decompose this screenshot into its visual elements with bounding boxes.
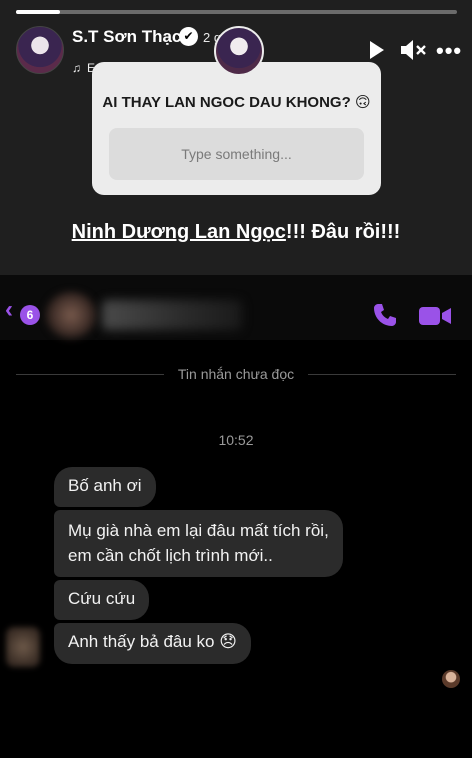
question-label: AI THAY LAN NGOC DAU KHONG?: [102, 94, 351, 111]
play-icon[interactable]: [370, 41, 384, 59]
contact-name-blurred: [102, 300, 242, 330]
mute-icon[interactable]: [400, 38, 428, 62]
unread-divider: Tin nhắn chưa đọc: [16, 366, 457, 382]
profile-avatar[interactable]: [16, 26, 64, 74]
video-call-icon[interactable]: [418, 305, 452, 327]
question-text: AI THAY LAN NGOC DAU KHONG? 🙃: [92, 93, 381, 111]
story-progress-bar: [16, 10, 457, 14]
unread-count-badge: 6: [20, 305, 40, 325]
divider-line-right: [308, 373, 457, 375]
message-bubble[interactable]: Bố anh ơi: [54, 467, 156, 507]
disappointed-face-icon: 😞: [219, 632, 237, 651]
message-text: Anh thấy bả đâu ko: [68, 632, 215, 651]
message-bubble[interactable]: Anh thấy bả đâu ko 😞: [54, 623, 251, 664]
question-answer-input[interactable]: Type something...: [109, 128, 364, 180]
seen-receipt-avatar: [442, 670, 460, 688]
user-name[interactable]: S.T Sơn Thạch: [72, 27, 192, 47]
divider-line-left: [16, 373, 164, 375]
sender-avatar-blurred: [6, 627, 40, 667]
upside-down-face-icon: 🙃: [354, 94, 371, 111]
message-timestamp: 10:52: [218, 432, 254, 448]
message-line: em cần chốt lịch trình mới..: [68, 546, 273, 565]
phone-call-icon[interactable]: [372, 302, 398, 328]
question-sticker: AI THAY LAN NGOC DAU KHONG? 🙃 Type somet…: [92, 62, 381, 195]
back-chevron-icon[interactable]: ‹: [5, 296, 13, 324]
music-note-icon: ♫: [72, 60, 81, 75]
verified-badge-icon: ✔: [179, 27, 198, 46]
message-bubble[interactable]: Cứu cứu: [54, 580, 150, 620]
more-options-icon[interactable]: •••: [436, 38, 462, 64]
unread-divider-label: Tin nhắn chưa đọc: [177, 366, 295, 382]
caption-mention[interactable]: Ninh Dương Lan Ngọc: [72, 221, 286, 243]
caption-text: !!! Đâu rồi!!!: [285, 221, 401, 243]
question-sticker-avatar: [214, 26, 264, 76]
contact-avatar-blurred: [46, 292, 96, 338]
message-line: Mụ già nhà em lại đâu mất tích rồi,: [68, 521, 329, 540]
message-bubble[interactable]: Mụ già nhà em lại đâu mất tích rồi, em c…: [54, 510, 343, 577]
story-caption: Ninh Dương Lan Ngọc!!! Đâu rồi!!!: [0, 221, 472, 244]
story-progress-fill: [16, 10, 61, 14]
